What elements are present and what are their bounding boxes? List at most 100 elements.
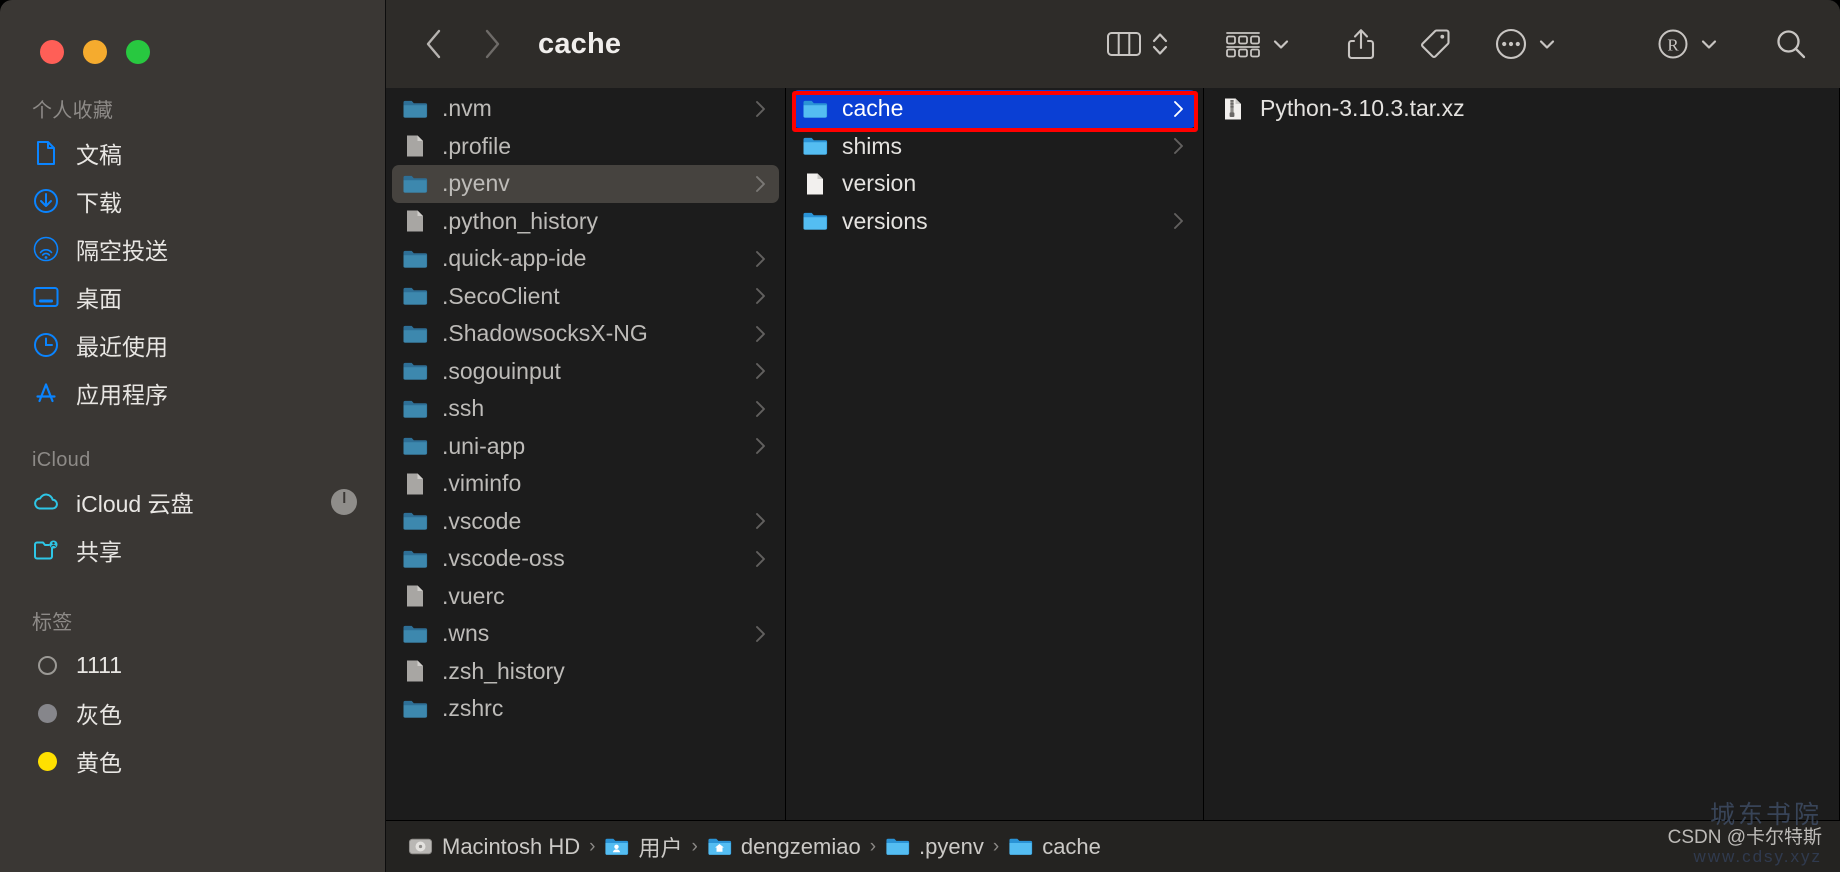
minimize-button[interactable] xyxy=(83,40,107,64)
folder-icon xyxy=(402,321,428,347)
list-item[interactable]: .quick-app-ide xyxy=(392,240,779,278)
breadcrumb-item-cache[interactable]: cache xyxy=(1008,834,1101,860)
group-by-icon[interactable] xyxy=(1218,21,1268,67)
icloud-sync-progress-icon xyxy=(331,489,357,515)
sidebar-section-title-favorites: 个人收藏 xyxy=(0,64,385,129)
file-name: cache xyxy=(842,95,903,122)
list-item[interactable]: shims xyxy=(792,128,1197,166)
folder-icon xyxy=(402,283,428,309)
registered-r-icon[interactable]: R xyxy=(1650,21,1696,67)
close-button[interactable] xyxy=(40,40,64,64)
breadcrumb-label: .pyenv xyxy=(919,834,984,860)
chevron-right-icon xyxy=(1172,99,1185,119)
sidebar-item-tag-1111[interactable]: 1111 xyxy=(0,641,385,689)
breadcrumb-item-users[interactable]: 用户 xyxy=(604,831,682,863)
archive-file-icon xyxy=(1220,96,1246,122)
list-item[interactable]: versions xyxy=(792,203,1197,241)
column-view-icon[interactable] xyxy=(1100,21,1148,67)
folder-icon xyxy=(402,396,428,422)
tag-dot-icon xyxy=(33,700,59,726)
sidebar-item-applications[interactable]: 应用程序 xyxy=(0,369,385,417)
list-item[interactable]: .uni-app xyxy=(392,428,779,466)
chevron-right-icon xyxy=(754,174,767,194)
sidebar-item-documents[interactable]: 文稿 xyxy=(0,129,385,177)
shared-folder-icon xyxy=(33,537,59,563)
sidebar-item-shared[interactable]: 共享 xyxy=(0,526,385,574)
folder-icon xyxy=(402,358,428,384)
list-item[interactable]: cache xyxy=(792,90,1197,128)
maximize-button[interactable] xyxy=(126,40,150,64)
file-icon xyxy=(402,583,428,609)
sidebar-item-recents[interactable]: 最近使用 xyxy=(0,321,385,369)
chevron-right-icon xyxy=(754,511,767,531)
sidebar-section-favorites: 个人收藏 文稿 下载 隔空投送 xyxy=(0,64,385,419)
list-item[interactable]: .zsh_history xyxy=(392,653,779,691)
list-item[interactable]: .ShadowsocksX-NG xyxy=(392,315,779,353)
list-item[interactable]: .pyenv xyxy=(392,165,779,203)
folder-icon xyxy=(402,696,428,722)
sidebar-item-label: 桌面 xyxy=(76,280,122,314)
tag-icon[interactable] xyxy=(1412,21,1458,67)
forward-button[interactable] xyxy=(472,24,512,64)
breadcrumb-separator: › xyxy=(984,836,1008,858)
breadcrumb-separator: › xyxy=(580,836,604,858)
search-icon[interactable] xyxy=(1768,21,1814,67)
more-icon[interactable] xyxy=(1488,21,1534,67)
list-item[interactable]: .vuerc xyxy=(392,578,779,616)
list-item[interactable]: .ssh xyxy=(392,390,779,428)
column-home[interactable]: .nvm .profile .pyenv .python_history xyxy=(386,88,786,872)
list-item[interactable]: .vscode-oss xyxy=(392,540,779,578)
sidebar-item-label: iCloud 云盘 xyxy=(76,485,194,519)
sidebar-item-airdrop[interactable]: 隔空投送 xyxy=(0,225,385,273)
back-button[interactable] xyxy=(414,24,454,64)
chevron-down-icon[interactable] xyxy=(1696,33,1724,55)
column-cache[interactable]: Python-3.10.3.tar.xz xyxy=(1204,88,1840,872)
sidebar-item-icloud-drive[interactable]: iCloud 云盘 xyxy=(0,478,385,526)
folder-icon xyxy=(802,133,828,159)
file-name: .sogouinput xyxy=(442,358,561,385)
sidebar-item-desktop[interactable]: 桌面 xyxy=(0,273,385,321)
chevron-right-icon xyxy=(754,436,767,456)
file-name: .ssh xyxy=(442,395,484,422)
folder-icon xyxy=(802,96,828,122)
clock-icon xyxy=(33,332,59,358)
list-item[interactable]: .wns xyxy=(392,615,779,653)
list-item[interactable]: .zshrc xyxy=(392,690,779,728)
file-icon xyxy=(402,133,428,159)
file-name: versions xyxy=(842,208,928,235)
breadcrumb-item-pyenv[interactable]: .pyenv xyxy=(885,834,984,860)
sidebar-item-tag-yellow[interactable]: 黄色 xyxy=(0,737,385,785)
view-stepper-icon[interactable] xyxy=(1148,28,1174,60)
list-item[interactable]: .SecoClient xyxy=(392,278,779,316)
file-name: .nvm xyxy=(442,95,492,122)
sidebar-item-label: 1111 xyxy=(76,652,122,679)
sidebar-item-label: 隔空投送 xyxy=(76,232,168,266)
list-item[interactable]: .python_history xyxy=(392,203,779,241)
list-item[interactable]: .vscode xyxy=(392,503,779,541)
file-name: .vscode-oss xyxy=(442,545,565,572)
column-browser: .nvm .profile .pyenv .python_history xyxy=(386,88,1840,872)
chevron-right-icon xyxy=(754,99,767,119)
list-item[interactable]: version xyxy=(792,165,1197,203)
breadcrumb-item-dengzemiao[interactable]: dengzemiao xyxy=(707,834,861,860)
list-item[interactable]: .profile xyxy=(392,128,779,166)
sidebar-item-downloads[interactable]: 下载 xyxy=(0,177,385,225)
airdrop-icon xyxy=(33,236,59,262)
list-item[interactable]: .viminfo xyxy=(392,465,779,503)
chevron-down-icon[interactable] xyxy=(1268,33,1296,55)
svg-text:R: R xyxy=(1667,36,1679,55)
list-item[interactable]: .nvm xyxy=(392,90,779,128)
list-item[interactable]: .sogouinput xyxy=(392,353,779,391)
view-controls xyxy=(1100,21,1174,67)
sidebar: 个人收藏 文稿 下载 隔空投送 xyxy=(0,0,385,872)
chevron-down-icon[interactable] xyxy=(1534,33,1562,55)
breadcrumb-item-macintosh-hd[interactable]: Macintosh HD xyxy=(408,834,580,860)
sidebar-item-tag-gray[interactable]: 灰色 xyxy=(0,689,385,737)
list-item[interactable]: Python-3.10.3.tar.xz xyxy=(1210,90,1833,128)
file-name: .quick-app-ide xyxy=(442,245,586,272)
share-icon[interactable] xyxy=(1340,21,1382,67)
page-title: cache xyxy=(538,28,621,61)
path-bar: Macintosh HD › 用户 › dengzemiao › .pyenv … xyxy=(386,820,1840,872)
file-icon xyxy=(402,471,428,497)
column-pyenv[interactable]: cache shims version versions xyxy=(786,88,1204,872)
